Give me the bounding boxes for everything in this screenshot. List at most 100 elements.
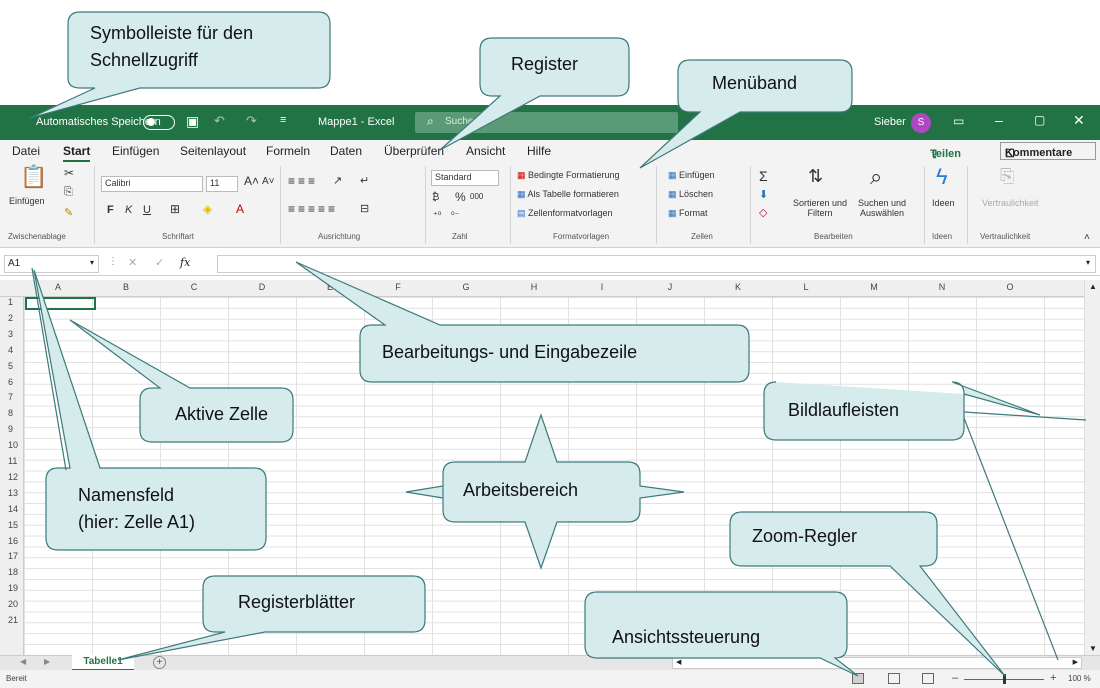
column-header[interactable]: O [976, 282, 1044, 292]
row-header[interactable]: 2 [0, 313, 22, 323]
row-header[interactable]: 7 [0, 392, 22, 402]
search-input[interactable]: ⌕ Suchen [415, 112, 678, 133]
insert-cells-button[interactable]: ▦ Einfügen [668, 170, 715, 181]
italic-button[interactable]: K [125, 204, 132, 216]
row-header[interactable]: 4 [0, 345, 22, 355]
row-header[interactable]: 14 [0, 504, 22, 514]
vertical-scrollbar[interactable]: ▲ ▼ [1084, 280, 1100, 655]
ideas-button[interactable]: Ideen [932, 198, 955, 208]
column-header[interactable]: B [92, 282, 160, 292]
cancel-entry-icon[interactable]: ✕ [128, 256, 137, 269]
scroll-left-icon[interactable]: ◀ [676, 658, 681, 666]
autosum-icon[interactable]: Σ [759, 168, 768, 184]
autosave-toggle[interactable] [143, 115, 175, 130]
paste-icon[interactable]: 📋 [20, 164, 47, 190]
number-format-select[interactable]: Standard [431, 170, 499, 186]
worksheet-grid[interactable]: ABCDEFGHIJKLMNO 1 2 3 4 5 6 7 8 9 10 11 12 13 14 15 16 1… [0, 280, 1084, 655]
format-as-table-button[interactable]: ▦ Als Tabelle formatieren [517, 189, 619, 200]
currency-icon[interactable]: ₿ [432, 192, 439, 203]
ribbon-display-icon[interactable]: ▭ [953, 114, 964, 128]
row-header[interactable]: 6 [0, 377, 22, 387]
decimal-decrease-icon[interactable]: ⁰⁻ [451, 210, 459, 221]
maximize-icon[interactable]: ▢ [1034, 113, 1045, 127]
row-header[interactable]: 15 [0, 520, 22, 530]
borders-icon[interactable]: ⊞ [170, 202, 180, 216]
bold-button[interactable]: F [107, 204, 114, 216]
column-header[interactable]: K [704, 282, 772, 292]
column-header[interactable]: G [432, 282, 500, 292]
column-header[interactable]: L [772, 282, 840, 292]
column-header[interactable]: J [636, 282, 704, 292]
formula-input[interactable] [217, 255, 1096, 273]
column-header[interactable]: A [24, 282, 92, 292]
font-color-icon[interactable]: A [236, 202, 244, 216]
sheet-tab-tabelle1[interactable]: Tabelle1 [72, 654, 134, 671]
tab-start[interactable]: Start [63, 144, 91, 162]
thousands-button[interactable]: 000 [470, 192, 483, 201]
shrink-font-icon[interactable]: A˅ [262, 176, 275, 187]
wrap-text-icon[interactable]: ↵ [360, 174, 369, 187]
tab-ansicht[interactable]: Ansicht [466, 144, 505, 158]
grow-font-icon[interactable]: A˄ [244, 174, 259, 188]
merge-cells-icon[interactable]: ⊟ [360, 202, 369, 215]
sort-filter-button[interactable]: Sortieren und Filtern [790, 198, 850, 218]
add-sheet-icon[interactable]: + [153, 656, 166, 669]
fill-icon[interactable]: ⬇ [759, 188, 768, 201]
orientation-icon[interactable]: ↗ [333, 174, 342, 187]
scroll-right-icon[interactable]: ▶ [1073, 658, 1078, 666]
page-layout-view-icon[interactable] [888, 673, 900, 684]
column-header[interactable]: C [160, 282, 228, 292]
minimize-icon[interactable]: – [995, 112, 1003, 128]
tab-ueberpruefen[interactable]: Überprüfen [384, 144, 444, 158]
fill-color-icon[interactable]: ◈ [203, 202, 212, 216]
next-sheet-icon[interactable]: ▶ [44, 657, 50, 666]
tab-daten[interactable]: Daten [330, 144, 362, 158]
undo-icon[interactable]: ↶ [214, 113, 225, 129]
user-name[interactable]: Sieber [874, 116, 906, 128]
find-select-button[interactable]: Suchen und Auswählen [852, 198, 912, 218]
row-header[interactable]: 13 [0, 488, 22, 498]
format-cells-button[interactable]: ▦ Format [668, 208, 708, 219]
cut-icon[interactable]: ✂ [64, 166, 74, 180]
row-header[interactable]: 9 [0, 424, 22, 434]
sensitivity-button[interactable]: Vertraulichkeit [982, 198, 1039, 208]
font-name-select[interactable]: Calibri [101, 176, 203, 192]
row-header[interactable]: 1 [0, 297, 22, 307]
row-header[interactable]: 11 [0, 456, 22, 466]
row-header[interactable]: 3 [0, 329, 22, 339]
insert-function-icon[interactable]: fx [180, 256, 190, 269]
scroll-up-icon[interactable]: ▲ [1089, 282, 1097, 291]
horizontal-align-icons[interactable]: ≡≡≡≡≡ [288, 202, 338, 216]
copy-icon[interactable]: ⎘ [64, 186, 73, 199]
ideas-icon[interactable]: ϟ [936, 164, 948, 190]
customize-qat-icon[interactable]: ≡ [280, 114, 286, 126]
close-icon[interactable]: ✕ [1073, 112, 1085, 129]
row-header[interactable]: 12 [0, 472, 22, 482]
column-header[interactable]: I [568, 282, 636, 292]
confirm-entry-icon[interactable]: ✓ [155, 256, 164, 269]
column-header[interactable]: E [296, 282, 364, 292]
save-icon[interactable]: ▣ [186, 113, 199, 130]
sensitivity-icon[interactable]: ⎘ [1000, 166, 1014, 187]
conditional-formatting-button[interactable]: ▦ Bedingte Formatierung [517, 170, 620, 181]
row-header[interactable]: 8 [0, 408, 22, 418]
tab-einfuegen[interactable]: Einfügen [112, 144, 159, 158]
tab-formeln[interactable]: Formeln [266, 144, 310, 158]
row-header[interactable]: 20 [0, 599, 22, 609]
name-box[interactable]: A1 ▾ [4, 255, 99, 273]
underline-button[interactable]: U [143, 204, 151, 216]
paste-button[interactable]: Einfügen [9, 196, 45, 206]
sort-filter-icon[interactable]: ⇅ [808, 166, 823, 187]
column-header[interactable]: N [908, 282, 976, 292]
active-cell[interactable] [25, 297, 96, 310]
avatar[interactable]: S [911, 113, 931, 133]
cell-styles-button[interactable]: ▤ Zellenformatvorlagen [517, 208, 613, 219]
tab-datei[interactable]: Datei [12, 144, 40, 158]
zoom-level[interactable]: 100 % [1068, 674, 1091, 683]
collapse-ribbon-icon[interactable]: ˄ [1084, 232, 1090, 243]
tab-hilfe[interactable]: Hilfe [527, 144, 551, 158]
zoom-out-icon[interactable]: – [952, 672, 958, 684]
zoom-slider-thumb[interactable] [1003, 674, 1006, 684]
delete-cells-button[interactable]: ▦ Löschen [668, 189, 713, 200]
row-header[interactable]: 19 [0, 583, 22, 593]
